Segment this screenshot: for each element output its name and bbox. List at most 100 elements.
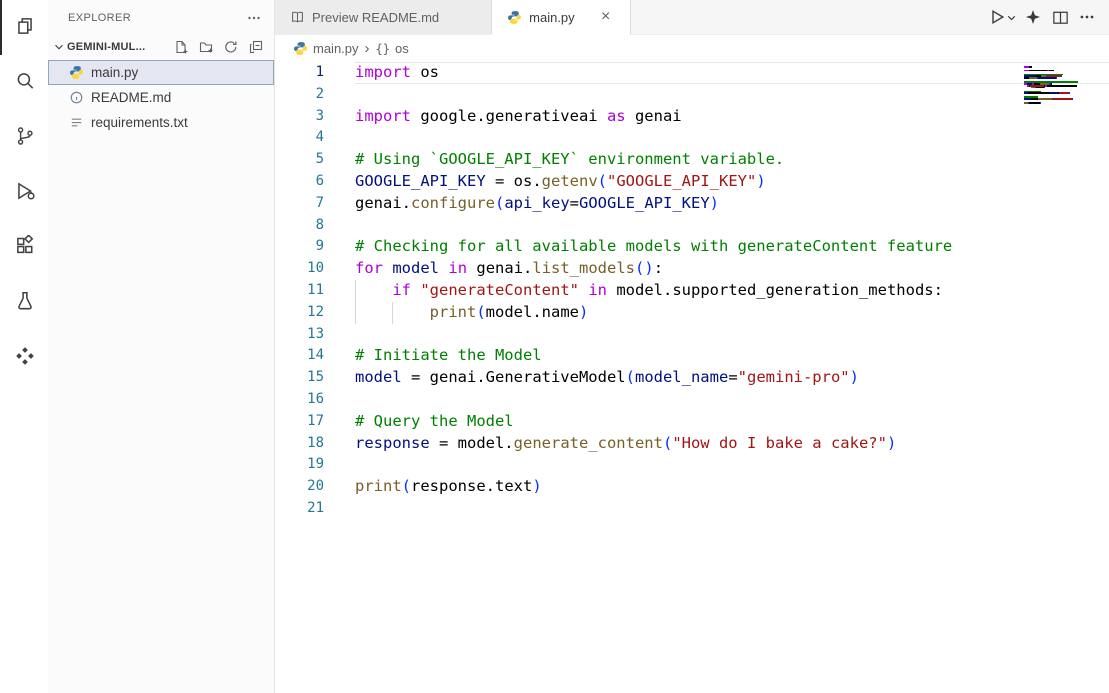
collapse-all-button[interactable] <box>248 39 264 55</box>
line-content: response = model.generate_content("How d… <box>355 433 1109 455</box>
line-number[interactable]: 10 <box>275 258 324 280</box>
breadcrumb: main.py › {} os <box>275 35 1109 62</box>
explorer-section-header[interactable]: GEMINI-MUL... <box>48 35 274 59</box>
code-line[interactable]: 2 <box>275 84 1109 106</box>
code-line[interactable]: 8 <box>275 215 1109 237</box>
line-number[interactable]: 12 <box>275 302 324 324</box>
code-line[interactable]: 1 import os <box>275 62 1109 84</box>
new-folder-button[interactable] <box>198 39 214 55</box>
code-line[interactable]: 13 <box>275 324 1109 346</box>
breadcrumb-file[interactable]: main.py <box>313 41 359 56</box>
python-icon <box>292 41 308 56</box>
tab-preview-readme-md[interactable]: Preview README.md <box>275 0 492 34</box>
source-control-icon <box>14 125 36 150</box>
activity-testing[interactable] <box>0 275 48 330</box>
tab-main-py[interactable]: main.py × <box>492 0 631 34</box>
code-line[interactable]: 16 <box>275 389 1109 411</box>
run-dropdown[interactable] <box>1005 5 1018 29</box>
line-number[interactable]: 6 <box>275 171 324 193</box>
sparkle-button[interactable] <box>1021 5 1045 29</box>
line-content: import os <box>355 62 1109 84</box>
line-content: # Query the Model <box>355 411 1109 433</box>
line-number[interactable]: 3 <box>275 106 324 128</box>
line-content <box>355 127 1109 149</box>
activity-search[interactable] <box>0 55 48 110</box>
line-number[interactable]: 4 <box>275 127 324 149</box>
activity-custom-extension[interactable] <box>0 330 48 385</box>
line-content <box>355 454 1109 476</box>
chevron-down-icon <box>51 40 67 54</box>
refresh-button[interactable] <box>223 39 239 55</box>
code-line[interactable]: 17 # Query the Model <box>275 411 1109 433</box>
code-line[interactable]: 4 <box>275 127 1109 149</box>
line-content <box>355 324 1109 346</box>
minimap[interactable] <box>1024 66 1096 106</box>
code-line[interactable]: 18 response = model.generate_content("How… <box>275 433 1109 455</box>
line-number[interactable]: 11 <box>275 280 324 302</box>
line-content: # Initiate the Model <box>355 345 1109 367</box>
line-number[interactable]: 21 <box>275 498 324 520</box>
line-number[interactable]: 20 <box>275 476 324 498</box>
code-line[interactable]: 7genai.configure(api_key=GOOGLE_API_KEY) <box>275 193 1109 215</box>
sidebar: EXPLORER GEMINI-MUL... main.pyREADME.md r… <box>48 0 275 693</box>
new-file-button[interactable] <box>173 39 189 55</box>
code-lines[interactable]: 1 import os 23import google.generativeai a… <box>275 62 1109 520</box>
line-content <box>355 84 1109 106</box>
tab-label: Preview README.md <box>312 10 439 25</box>
line-number[interactable]: 9 <box>275 236 324 258</box>
line-number[interactable]: 5 <box>275 149 324 171</box>
sidebar-title: EXPLORER <box>68 12 131 24</box>
code-line[interactable]: 19 <box>275 454 1109 476</box>
line-number[interactable]: 16 <box>275 389 324 411</box>
file-item-readme-md[interactable]: README.md <box>48 85 274 110</box>
code-line[interactable]: 9 # Checking for all available models wit… <box>275 236 1109 258</box>
diamonds-icon <box>14 345 36 370</box>
breadcrumb-separator-icon: › <box>365 41 370 56</box>
tab-label: main.py <box>529 10 575 25</box>
line-content <box>355 389 1109 411</box>
code-line[interactable]: 3import google.generativeai as genai <box>275 106 1109 128</box>
file-label: requirements.txt <box>91 115 188 130</box>
line-content: # Checking for all available models with… <box>355 236 1109 258</box>
line-content: if "generateContent" in model.supported_… <box>355 280 1109 302</box>
activity-source-control[interactable] <box>0 110 48 165</box>
code-line[interactable]: 5# Using `GOOGLE_API_KEY` environment va… <box>275 149 1109 171</box>
code-line[interactable]: 15model = genai.GenerativeModel(model_na… <box>275 367 1109 389</box>
line-number[interactable]: 8 <box>275 215 324 237</box>
line-number[interactable]: 15 <box>275 367 324 389</box>
code-line[interactable]: 21 <box>275 498 1109 520</box>
more-actions-button[interactable] <box>1075 5 1099 29</box>
activity-explorer[interactable] <box>0 0 48 55</box>
search-icon <box>14 70 36 95</box>
vscode-window: EXPLORER GEMINI-MUL... main.pyREADME.mdr… <box>0 0 1109 693</box>
text-file-icon <box>68 115 84 130</box>
line-number[interactable]: 2 <box>275 84 324 106</box>
line-number[interactable]: 1 <box>275 62 324 84</box>
code-line[interactable]: 12 print(model.name) <box>275 302 1109 324</box>
file-item-main-py[interactable]: main.py <box>48 60 274 85</box>
line-number[interactable]: 18 <box>275 433 324 455</box>
line-number[interactable]: 13 <box>275 324 324 346</box>
code-line[interactable]: 14 # Initiate the Model <box>275 345 1109 367</box>
breadcrumb-symbol[interactable]: os <box>395 41 409 56</box>
split-editor-button[interactable] <box>1048 5 1072 29</box>
code-line[interactable]: 10 for model in genai.list_models(): <box>275 258 1109 280</box>
testing-icon <box>14 290 36 315</box>
editor-group: Preview README.md main.py × main.py › {} o… <box>275 0 1109 693</box>
code-line[interactable]: 20print(response.text) <box>275 476 1109 498</box>
file-item-requirements-txt[interactable]: requirements.txt <box>48 110 274 135</box>
line-number[interactable]: 14 <box>275 345 324 367</box>
close-icon[interactable]: × <box>596 7 616 27</box>
activity-run-and-debug[interactable] <box>0 165 48 220</box>
line-number[interactable]: 17 <box>275 411 324 433</box>
code-line[interactable]: 6GOOGLE_API_KEY = os.getenv("GOOGLE_API_… <box>275 171 1109 193</box>
more-actions-icon[interactable] <box>246 10 262 26</box>
line-content: for model in genai.list_models(): <box>355 258 1109 280</box>
indent-guide <box>355 280 356 302</box>
line-number[interactable]: 7 <box>275 193 324 215</box>
activity-extensions[interactable] <box>0 220 48 275</box>
line-number[interactable]: 19 <box>275 454 324 476</box>
code-line[interactable]: 11 if "generateContent" in model.support… <box>275 280 1109 302</box>
tab-bar: Preview README.md main.py × <box>275 0 1109 35</box>
python-icon <box>68 65 84 80</box>
